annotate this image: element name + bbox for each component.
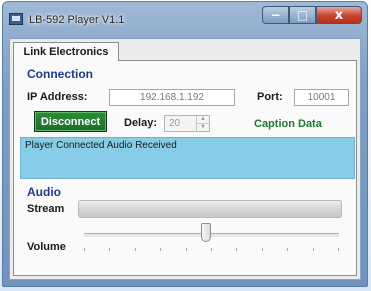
- close-button[interactable]: x: [316, 6, 362, 24]
- stream-level-bar: [78, 200, 342, 218]
- caption-data-label: Caption Data: [254, 118, 322, 130]
- app-window: LB-592 Player V1.1 − □ x Link Electronic…: [2, 1, 368, 287]
- volume-slider-thumb[interactable]: [201, 223, 212, 242]
- port-field[interactable]: 10001: [294, 89, 349, 106]
- volume-tick: [312, 248, 314, 251]
- volume-tick: [185, 248, 187, 251]
- client-area: Link Electronics Connection IP Address: …: [9, 38, 361, 280]
- delay-spinner[interactable]: 20 ▲ ▼: [164, 115, 210, 132]
- maximize-button[interactable]: □: [289, 6, 316, 24]
- volume-tick: [287, 248, 289, 251]
- volume-tick: [109, 248, 111, 251]
- delay-value: 20: [169, 118, 181, 129]
- stream-label: Stream: [27, 203, 65, 215]
- ip-address-field[interactable]: 192.168.1.192: [109, 89, 235, 106]
- port-label: Port:: [257, 91, 283, 103]
- volume-tick: [84, 248, 85, 251]
- volume-tick: [338, 248, 339, 251]
- app-icon: [9, 13, 23, 25]
- volume-tick: [211, 248, 212, 251]
- title-bar[interactable]: LB-592 Player V1.1 − □ x: [3, 2, 367, 38]
- delay-label: Delay:: [124, 117, 158, 129]
- status-display: Player Connected Audio Received: [20, 137, 355, 179]
- ip-address-label: IP Address:: [27, 91, 88, 103]
- volume-slider-ticks: [84, 248, 339, 252]
- connection-heading: Connection: [27, 67, 93, 81]
- delay-spinner-arrows: ▲ ▼: [196, 116, 209, 131]
- window-title: LB-592 Player V1.1: [29, 14, 125, 26]
- volume-tick: [134, 248, 136, 251]
- tab-link-electronics[interactable]: Link Electronics: [13, 42, 119, 61]
- disconnect-button[interactable]: Disconnect: [34, 111, 107, 132]
- window-controls: − □ x: [262, 6, 362, 24]
- spin-up-icon[interactable]: ▲: [197, 116, 209, 124]
- volume-label: Volume: [27, 241, 66, 253]
- volume-tick: [160, 248, 162, 251]
- tab-panel: Connection IP Address: 192.168.1.192 Por…: [13, 60, 357, 276]
- volume-slider-track[interactable]: [84, 233, 339, 238]
- audio-heading: Audio: [27, 185, 61, 199]
- volume-tick: [261, 248, 263, 251]
- volume-tick: [236, 248, 238, 251]
- spin-down-icon[interactable]: ▼: [197, 124, 209, 131]
- minimize-button[interactable]: −: [262, 6, 289, 24]
